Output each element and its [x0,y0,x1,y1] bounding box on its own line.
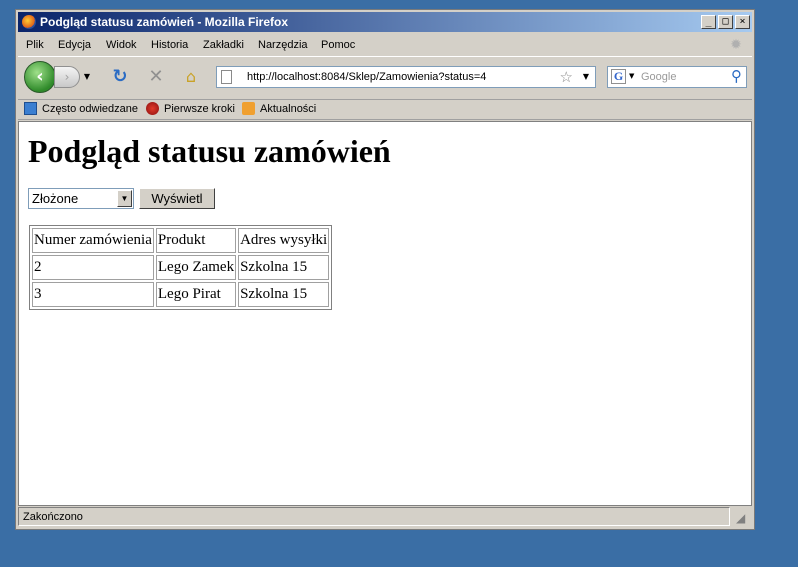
bookmark-getting-started[interactable]: Pierwsze kroki [146,102,235,115]
orders-table: Numer zamówienia Produkt Adres wysyłki 2… [29,225,333,310]
page-icon [221,70,232,84]
resize-grip-icon[interactable]: ◢ [736,511,750,525]
menu-history[interactable]: Historia [151,39,188,51]
column-header: Adres wysyłki [238,228,330,253]
page-title: Podgląd statusu zamówień [28,133,391,169]
status-bar: Zakończono ◢ [18,507,752,527]
bookmark-label: Często odwiedzane [42,103,139,115]
url-bar[interactable]: http://localhost:8084/Sklep/Zamowienia?s… [216,66,596,88]
stop-icon[interactable]: ✕ [146,67,166,87]
status-text: Zakończono [18,507,730,526]
status-select-value: Złożone [32,191,79,206]
google-engine-icon[interactable]: G [611,69,626,84]
table-row: 2 Lego Zamek Szkolna 15 [32,255,330,280]
table-header-row: Numer zamówienia Produkt Adres wysyłki [32,228,330,253]
navigation-toolbar: ‹ › ▼ ↻ ✕ ⌂ http://localhost:8084/Sklep/… [18,56,752,100]
bookmark-folder-icon [24,102,37,115]
firefox-bookmark-icon [146,102,159,115]
bookmark-label: Aktualności [260,103,317,115]
bookmark-label: Pierwsze kroki [164,103,235,115]
menu-view[interactable]: Widok [106,39,137,51]
bookmark-most-visited[interactable]: Często odwiedzane [24,102,138,115]
status-select[interactable]: Złożone ▼ [28,188,134,209]
search-input[interactable]: Google [641,71,676,83]
search-bar[interactable]: G ▼ Google ⚲ [607,66,747,88]
table-row: 3 Lego Pirat Szkolna 15 [32,282,330,307]
menu-file[interactable]: Plik [26,39,44,51]
bookmark-news[interactable]: Aktualności [242,102,316,115]
window-title: Podgląd statusu zamówień - Mozilla Firef… [40,15,289,29]
throbber-icon: ✹ [730,36,742,52]
menu-bar: Plik Edycja Widok Historia Zakładki Narz… [18,34,752,54]
table-cell: Lego Zamek [155,255,237,280]
table-cell: Szkolna 15 [238,282,330,307]
magnifier-icon[interactable]: ⚲ [731,67,742,85]
menu-help[interactable]: Pomoc [321,39,355,51]
menu-tools[interactable]: Narzędzia [258,39,308,51]
column-header: Produkt [155,228,237,253]
chevron-down-icon[interactable]: ▼ [117,190,132,207]
title-bar: Podgląd statusu zamówień - Mozilla Firef… [18,12,752,32]
page-content: Podgląd statusu zamówień Złożone ▼ Wyświ… [18,121,752,506]
show-button[interactable]: Wyświetl [139,188,215,209]
firefox-logo-icon [22,15,36,29]
home-icon[interactable]: ⌂ [181,67,201,87]
table-cell: Szkolna 15 [238,255,330,280]
reload-icon[interactable]: ↻ [110,67,130,87]
column-header: Numer zamówienia [32,228,154,253]
engine-dropdown-icon[interactable]: ▼ [629,72,634,80]
maximize-button[interactable]: □ [718,15,733,29]
history-dropdown-icon[interactable]: ▼ [82,72,92,82]
url-dropdown-icon[interactable]: ▼ [583,72,589,81]
star-icon[interactable]: ☆ [560,68,573,86]
forward-arrow-icon[interactable]: › [54,66,80,88]
back-arrow-icon[interactable]: ‹ [24,61,56,93]
browser-window: Podgląd statusu zamówień - Mozilla Firef… [15,9,755,530]
rss-icon [242,102,255,115]
close-button[interactable]: × [735,15,750,29]
table-cell: 2 [32,255,154,280]
bookmarks-toolbar: Często odwiedzane Pierwsze kroki Aktualn… [18,99,752,120]
table-cell: Lego Pirat [155,282,237,307]
minimize-button[interactable]: _ [701,15,716,29]
table-cell: 3 [32,282,154,307]
menu-edit[interactable]: Edycja [58,39,91,51]
url-text[interactable]: http://localhost:8084/Sklep/Zamowienia?s… [247,71,486,83]
menu-bookmarks[interactable]: Zakładki [203,39,244,51]
